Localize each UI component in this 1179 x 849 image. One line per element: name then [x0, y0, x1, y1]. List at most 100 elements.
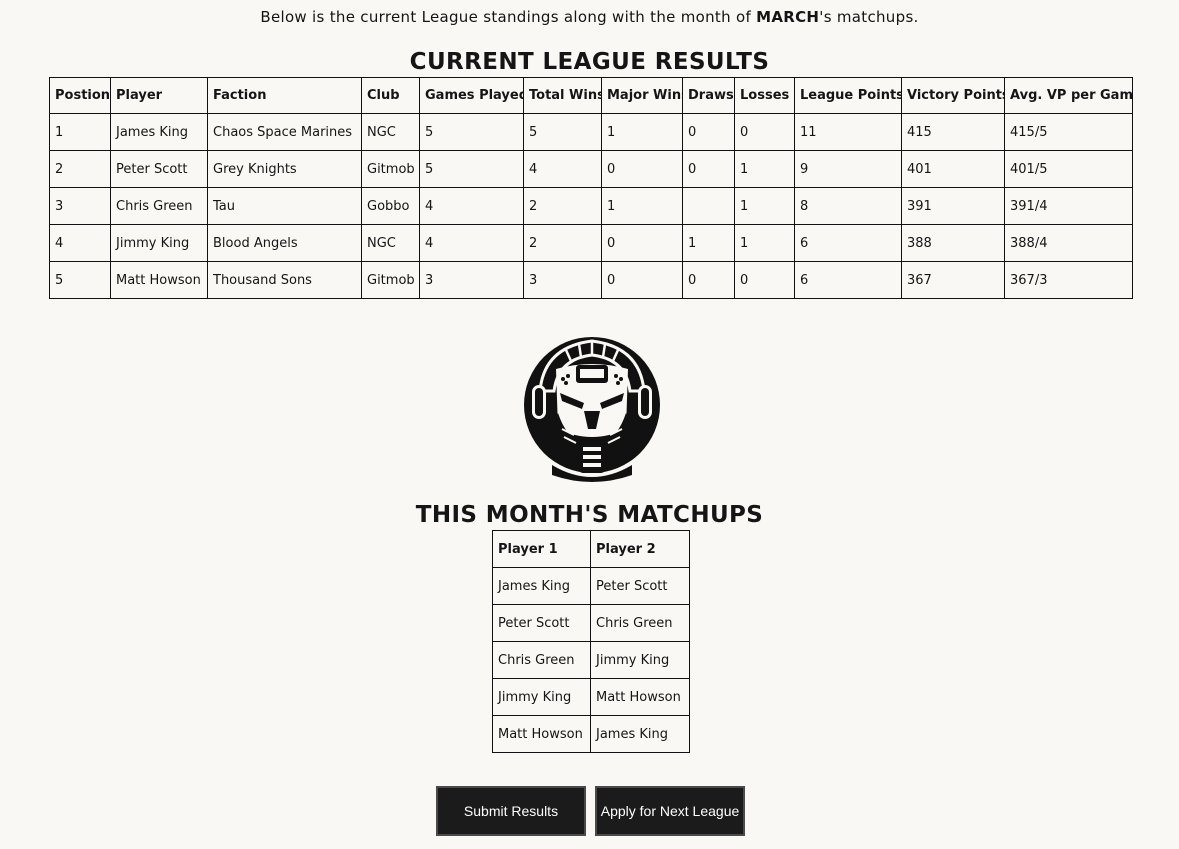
cell-player: Jimmy King: [110, 224, 208, 262]
header-player-2: Player 2: [590, 530, 690, 568]
cell-major-wins: 1: [601, 113, 683, 151]
table-row: Jimmy King Matt Howson: [492, 678, 690, 716]
cell-club: Gitmob: [361, 261, 420, 299]
cell-position: 2: [49, 150, 111, 188]
apply-next-league-button[interactable]: Apply for Next League: [595, 786, 745, 836]
cell-games-played: 5: [419, 113, 524, 151]
cell-major-wins: 0: [601, 224, 683, 262]
cell-total-wins: 5: [523, 113, 602, 151]
cell-player-1: Jimmy King: [492, 678, 591, 716]
cell-avg-vp: 391/4: [1004, 187, 1133, 225]
page: Below is the current League standings al…: [0, 0, 1179, 849]
cell-player-2: Matt Howson: [590, 678, 690, 716]
cell-games-played: 4: [419, 187, 524, 225]
cell-games-played: 3: [419, 261, 524, 299]
cell-losses: 1: [734, 150, 795, 188]
cell-league-points: 11: [794, 113, 902, 151]
table-row: Matt Howson James King: [492, 715, 690, 753]
table-row: 5 Matt Howson Thousand Sons Gitmob 3 3 0…: [49, 261, 1133, 299]
cell-faction: Blood Angels: [207, 224, 362, 262]
cell-losses: 0: [734, 261, 795, 299]
cell-player-1: Chris Green: [492, 641, 591, 679]
table-row: 3 Chris Green Tau Gobbo 4 2 1 1 8 391 39…: [49, 187, 1133, 225]
cell-avg-vp: 367/3: [1004, 261, 1133, 299]
cell-victory-points: 401: [901, 150, 1005, 188]
header-avg-vp: Avg. VP per Game: [1004, 77, 1133, 114]
cell-avg-vp: 415/5: [1004, 113, 1133, 151]
cell-club: Gitmob: [361, 150, 420, 188]
cell-avg-vp: 388/4: [1004, 224, 1133, 262]
cell-player: Peter Scott: [110, 150, 208, 188]
cell-faction: Thousand Sons: [207, 261, 362, 299]
cell-player-1: James King: [492, 567, 591, 605]
header-losses: Losses: [734, 77, 795, 114]
cell-major-wins: 0: [601, 261, 683, 299]
header-total-wins: Total Wins: [523, 77, 602, 114]
table-row: 4 Jimmy King Blood Angels NGC 4 2 0 1 1 …: [49, 224, 1133, 262]
header-position: Postion: [49, 77, 111, 114]
cell-faction: Tau: [207, 187, 362, 225]
table-row: Chris Green Jimmy King: [492, 641, 690, 679]
cell-draws: 0: [682, 261, 735, 299]
cell-major-wins: 0: [601, 150, 683, 188]
table-row: James King Peter Scott: [492, 567, 690, 605]
cell-major-wins: 1: [601, 187, 683, 225]
cell-position: 3: [49, 187, 111, 225]
cell-position: 5: [49, 261, 111, 299]
header-club: Club: [361, 77, 420, 114]
cell-losses: 1: [734, 224, 795, 262]
cell-position: 4: [49, 224, 111, 262]
table-row: 1 James King Chaos Space Marines NGC 5 5…: [49, 113, 1133, 151]
submit-results-button[interactable]: Submit Results: [436, 786, 586, 836]
cell-losses: 1: [734, 187, 795, 225]
header-games-played: Games Played: [419, 77, 524, 114]
header-major-wins: Major Wins: [601, 77, 683, 114]
cell-club: Gobbo: [361, 187, 420, 225]
cell-position: 1: [49, 113, 111, 151]
cell-victory-points: 391: [901, 187, 1005, 225]
matchups-title: THIS MONTH'S MATCHUPS: [415, 502, 764, 528]
cell-league-points: 6: [794, 224, 902, 262]
header-player-1: Player 1: [492, 530, 591, 568]
cell-games-played: 4: [419, 224, 524, 262]
cell-player-1: Peter Scott: [492, 604, 591, 642]
cell-total-wins: 2: [523, 187, 602, 225]
cell-league-points: 6: [794, 261, 902, 299]
cell-games-played: 5: [419, 150, 524, 188]
cell-club: NGC: [361, 113, 420, 151]
cell-player: Matt Howson: [110, 261, 208, 299]
cell-victory-points: 388: [901, 224, 1005, 262]
cell-player: James King: [110, 113, 208, 151]
league-title: CURRENT LEAGUE RESULTS: [409, 49, 770, 75]
cell-club: NGC: [361, 224, 420, 262]
intro-before: Below is the current League standings al…: [260, 8, 757, 26]
cell-draws: 0: [682, 150, 735, 188]
cell-league-points: 8: [794, 187, 902, 225]
league-header-row: Postion Player Faction Club Games Played…: [49, 77, 1133, 114]
header-draws: Draws: [682, 77, 735, 114]
cell-player-2: James King: [590, 715, 690, 753]
table-row: 2 Peter Scott Grey Knights Gitmob 5 4 0 …: [49, 150, 1133, 188]
intro-month: MARCH: [756, 8, 820, 26]
cell-player-1: Matt Howson: [492, 715, 591, 753]
cell-avg-vp: 401/5: [1004, 150, 1133, 188]
matchups-header-row: Player 1 Player 2: [492, 530, 690, 568]
matchups-table: Player 1 Player 2 James King Peter Scott…: [492, 530, 690, 753]
cell-total-wins: 3: [523, 261, 602, 299]
cell-victory-points: 415: [901, 113, 1005, 151]
cell-player: Chris Green: [110, 187, 208, 225]
table-row: Peter Scott Chris Green: [492, 604, 690, 642]
cell-player-2: Jimmy King: [590, 641, 690, 679]
header-player: Player: [110, 77, 208, 114]
helmet-logo-icon: [524, 337, 660, 482]
cell-faction: Chaos Space Marines: [207, 113, 362, 151]
cell-victory-points: 367: [901, 261, 1005, 299]
cell-total-wins: 2: [523, 224, 602, 262]
cell-losses: 0: [734, 113, 795, 151]
cell-league-points: 9: [794, 150, 902, 188]
cell-draws: 0: [682, 113, 735, 151]
cell-faction: Grey Knights: [207, 150, 362, 188]
league-table: Postion Player Faction Club Games Played…: [49, 77, 1133, 299]
cell-total-wins: 4: [523, 150, 602, 188]
header-faction: Faction: [207, 77, 362, 114]
